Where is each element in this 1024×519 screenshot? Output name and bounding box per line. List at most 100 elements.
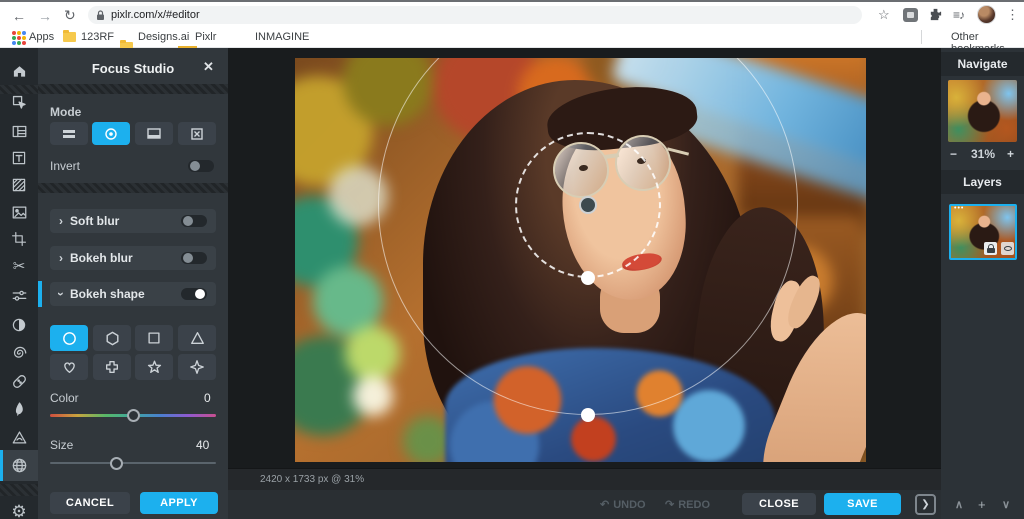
image-tool-icon[interactable] — [0, 198, 38, 226]
layer-move-down-icon[interactable]: ∨ — [1002, 498, 1010, 511]
address-bar[interactable]: pixlr.com/x/#editor — [88, 6, 862, 24]
invert-toggle[interactable] — [188, 160, 214, 172]
redo-button[interactable]: ↷ REDO — [665, 498, 710, 511]
back-icon[interactable]: ← — [12, 9, 26, 23]
cancel-button[interactable]: CANCEL — [50, 492, 130, 514]
none-mode-button[interactable] — [178, 122, 216, 145]
image-dimensions-text: 2420 x 1733 px @ 31% — [260, 474, 364, 485]
home-icon[interactable] — [0, 57, 38, 85]
profile-avatar[interactable] — [977, 5, 996, 24]
soft-blur-toggle[interactable] — [181, 215, 207, 227]
color-slider-handle[interactable] — [127, 409, 140, 422]
shape-star-button[interactable] — [135, 354, 173, 380]
navigate-thumbnail[interactable] — [948, 80, 1017, 142]
focus-inner-handle[interactable] — [581, 271, 595, 285]
adjust-tool-icon[interactable] — [0, 281, 38, 309]
layer-visibility-icon[interactable] — [1001, 242, 1014, 255]
shape-plus-button[interactable] — [93, 354, 131, 380]
save-button[interactable]: SAVE — [824, 493, 901, 515]
color-label: Color — [50, 391, 79, 405]
bookmark-folder-inmagine[interactable]: INMAGINE — [255, 31, 309, 43]
settings-gear-icon[interactable]: ⚙ — [0, 498, 38, 519]
cut-tool-icon[interactable]: ✂ — [0, 252, 38, 280]
divider — [38, 183, 228, 193]
shape-heart-button[interactable] — [50, 354, 88, 380]
arrange-tool-icon[interactable] — [0, 88, 38, 116]
bookmark-folder-designsai[interactable]: Designs.ai — [138, 31, 189, 43]
layout-tool-icon[interactable] — [0, 117, 38, 145]
bokeh-shape-section[interactable]: › Bokeh shape — [50, 282, 216, 306]
divider — [921, 30, 922, 44]
shape-sparkle-button[interactable] — [178, 354, 216, 380]
focus-outer-handle[interactable] — [581, 408, 595, 422]
close-button[interactable]: CLOSE — [742, 493, 816, 515]
undo-button[interactable]: ↶ UNDO — [600, 498, 646, 511]
media-list-icon[interactable]: ≡♪ — [953, 8, 964, 22]
zoom-in-button[interactable]: + — [1007, 147, 1014, 161]
divider — [38, 84, 228, 94]
bokeh-blur-toggle[interactable] — [181, 252, 207, 264]
bookmark-folder-pixlr[interactable]: Pixlr — [195, 31, 216, 43]
layer-move-up-icon[interactable]: ∧ — [955, 498, 963, 511]
apps-grid-icon[interactable] — [12, 31, 26, 45]
extensions-puzzle-icon[interactable] — [928, 7, 943, 22]
canvas-status-bar: 2420 x 1733 px @ 31% — [228, 468, 941, 490]
folder-icon — [63, 32, 76, 42]
focus-tool-icon[interactable] — [0, 450, 38, 481]
bookmark-apps[interactable]: Apps — [29, 31, 54, 43]
tools-sidebar: ✂ ⚙ — [0, 48, 38, 519]
url-text: pixlr.com/x/#editor — [111, 9, 200, 21]
photo-canvas[interactable] — [295, 58, 866, 462]
size-slider-track[interactable] — [50, 462, 216, 464]
panel-title: Focus Studio — [38, 61, 228, 76]
size-label: Size — [50, 438, 73, 452]
fill-pattern-tool-icon[interactable] — [0, 171, 38, 199]
zoom-out-button[interactable]: − — [950, 147, 957, 161]
forward-icon[interactable]: → — [38, 9, 52, 23]
chrome-menu-icon[interactable]: ⋮ — [1006, 8, 1019, 21]
lock-icon — [96, 10, 105, 21]
mirror-mode-button[interactable] — [135, 122, 173, 145]
liquify-tool-icon[interactable] — [0, 339, 38, 367]
bokeh-blur-label: Bokeh blur — [70, 251, 174, 265]
draw-tool-icon[interactable] — [0, 395, 38, 423]
mode-label: Mode — [50, 105, 81, 119]
add-layer-icon[interactable]: + — [978, 497, 986, 512]
layer-menu-dots-icon[interactable]: ••• — [954, 205, 964, 212]
collapse-panel-icon[interactable]: ❯ — [915, 494, 936, 515]
layer-item[interactable]: ••• — [949, 204, 1017, 260]
bokeh-blur-section[interactable]: › Bokeh blur — [50, 246, 216, 270]
filter-tool-icon[interactable] — [0, 311, 38, 339]
bokeh-shape-toggle[interactable] — [181, 288, 207, 300]
zoom-level-value: 31% — [971, 147, 995, 161]
layer-lock-icon[interactable] — [984, 242, 997, 255]
soft-blur-label: Soft blur — [70, 214, 174, 228]
size-slider-handle[interactable] — [110, 457, 123, 470]
retouch-tool-icon[interactable] — [0, 367, 38, 395]
bottom-action-bar: ↶ UNDO ↷ REDO CLOSE SAVE ❯ — [228, 490, 941, 519]
mode-button-group — [50, 122, 216, 145]
radial-mode-button[interactable] — [92, 122, 130, 145]
shape-square-button[interactable] — [135, 325, 173, 351]
extension-badge-icon[interactable] — [903, 8, 918, 22]
layers-panel-title: Layers — [941, 170, 1024, 194]
close-icon[interactable]: ✕ — [203, 59, 214, 75]
bookmark-folder-123rf[interactable]: 123RF — [81, 31, 114, 43]
chevron-down-icon: › — [54, 292, 68, 296]
shape-hexagon-button[interactable] — [93, 325, 131, 351]
pixlr-editor-window: ← → ↻ pixlr.com/x/#editor ☆ ≡♪ ⋮ Apps 12… — [0, 0, 1024, 519]
effect-tool-icon[interactable] — [0, 423, 38, 451]
shape-triangle-button[interactable] — [178, 325, 216, 351]
crop-tool-icon[interactable] — [0, 225, 38, 253]
linear-mode-button[interactable] — [50, 122, 88, 145]
chevron-right-icon: › — [59, 214, 63, 228]
apply-button[interactable]: APPLY — [140, 492, 218, 514]
focus-center-handle[interactable] — [579, 196, 597, 214]
text-tool-icon[interactable] — [0, 144, 38, 172]
bookmark-star-icon[interactable]: ☆ — [878, 8, 890, 21]
undo-icon: ↶ — [600, 498, 609, 511]
soft-blur-section[interactable]: › Soft blur — [50, 209, 216, 233]
focus-studio-panel: Focus Studio ✕ Mode Invert › Soft blur — [38, 48, 228, 519]
shape-circle-button[interactable] — [50, 325, 88, 351]
reload-icon[interactable]: ↻ — [64, 8, 76, 22]
